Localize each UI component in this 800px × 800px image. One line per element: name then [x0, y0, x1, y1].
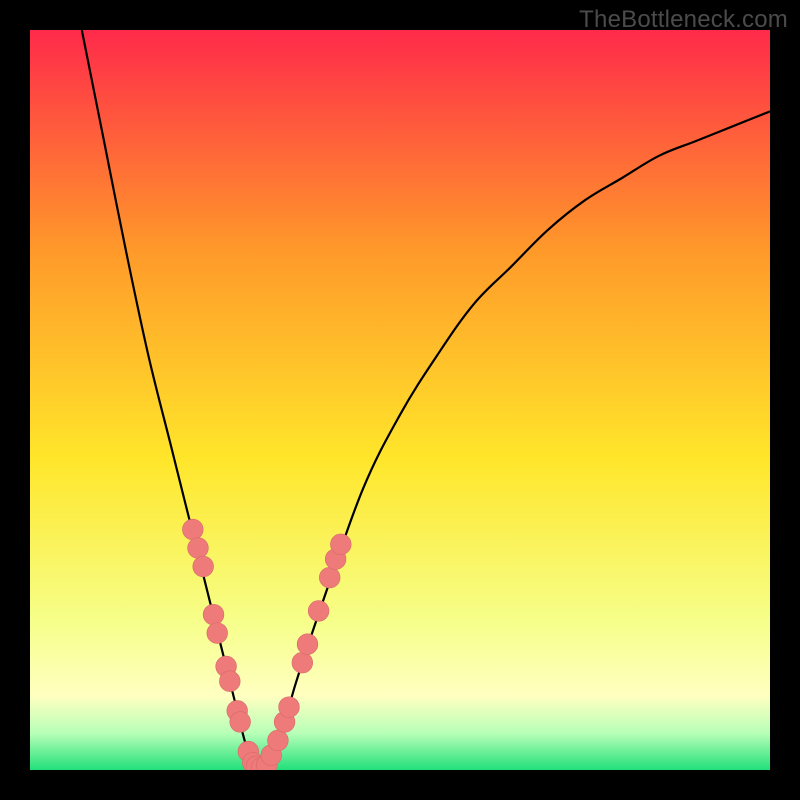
- data-marker: [308, 601, 329, 622]
- data-marker: [203, 604, 224, 625]
- data-marker: [268, 730, 289, 751]
- data-marker: [219, 671, 240, 692]
- chart-frame: TheBottleneck.com: [0, 0, 800, 800]
- curve-layer: [30, 30, 770, 770]
- plot-area: [30, 30, 770, 770]
- data-marker: [297, 634, 318, 655]
- data-marker: [188, 538, 209, 559]
- marker-group: [182, 519, 351, 770]
- data-marker: [319, 567, 340, 588]
- data-marker: [182, 519, 203, 540]
- data-marker: [279, 697, 300, 718]
- watermark-text: TheBottleneck.com: [579, 6, 788, 34]
- data-marker: [207, 623, 228, 644]
- data-marker: [193, 556, 214, 577]
- data-marker: [330, 534, 351, 555]
- data-marker: [230, 712, 251, 733]
- bottleneck-curve: [82, 30, 770, 770]
- data-marker: [292, 652, 313, 673]
